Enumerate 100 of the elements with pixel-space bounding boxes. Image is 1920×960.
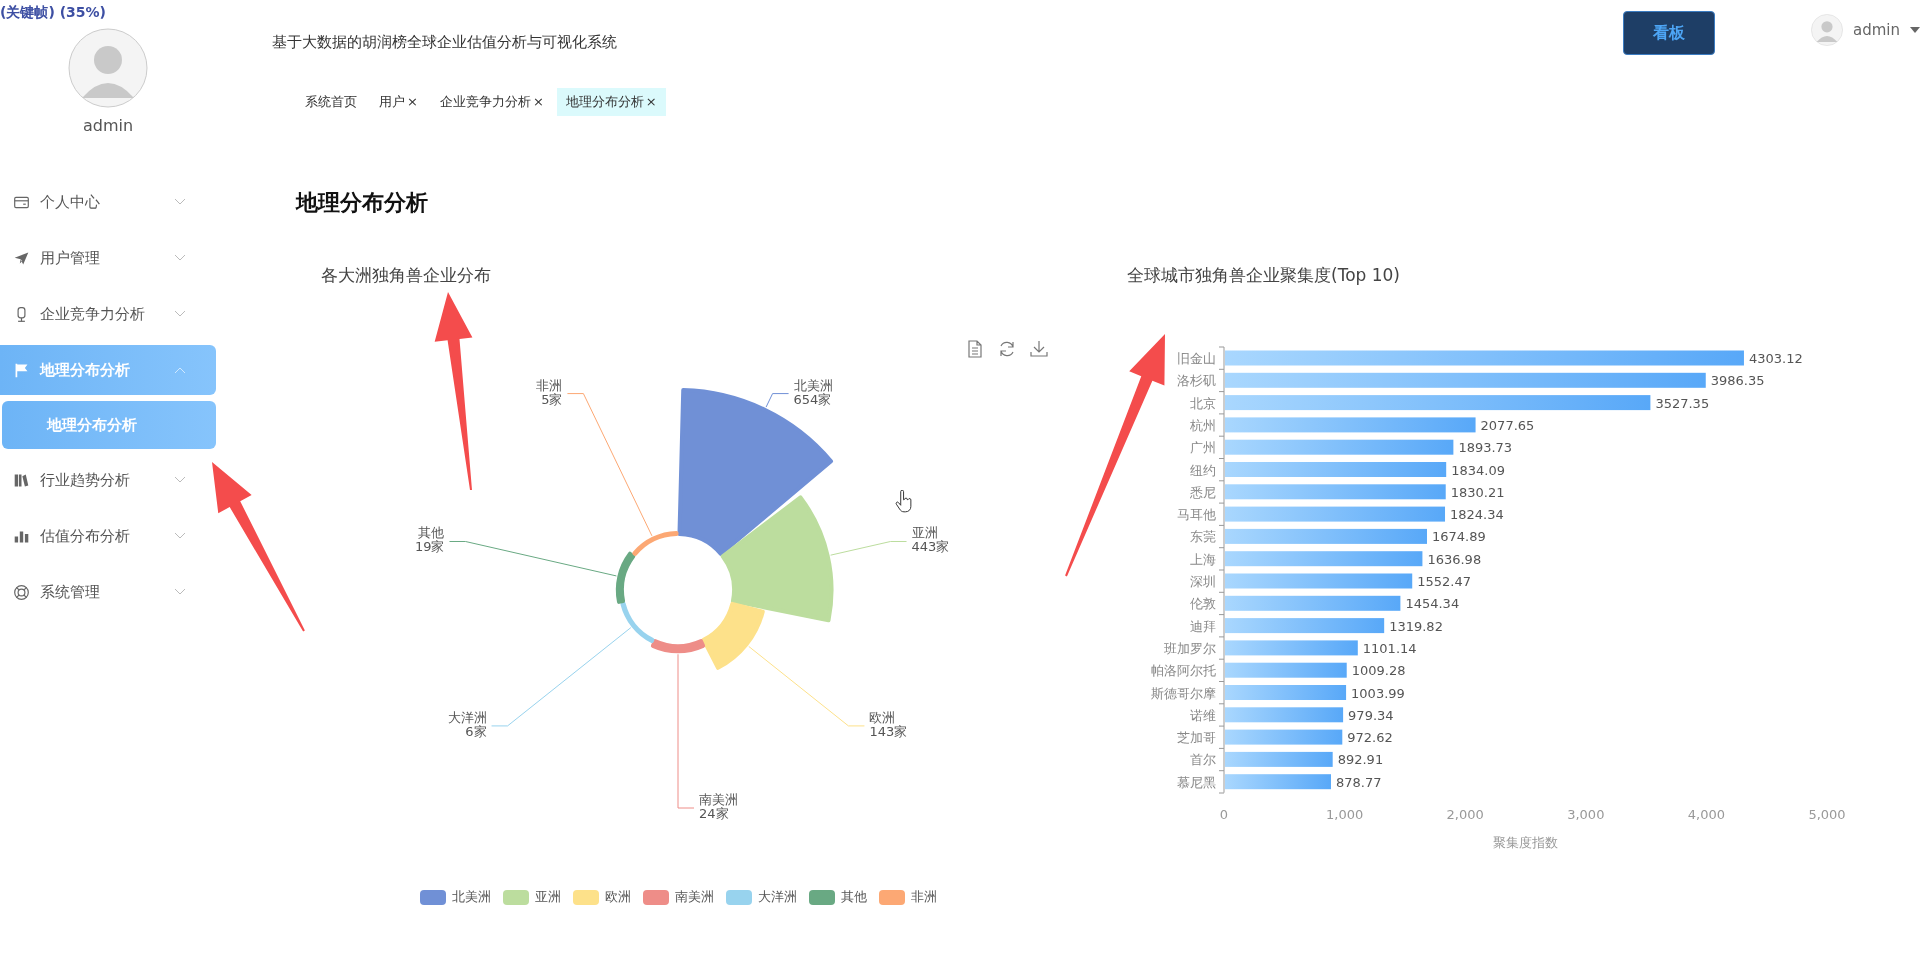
value-label: 892.91 xyxy=(1337,752,1384,768)
dashboard-button[interactable]: 看板 xyxy=(1623,11,1715,55)
menu-item[interactable]: 用户管理 xyxy=(0,233,216,283)
chevron-icon xyxy=(174,588,186,596)
leader-line xyxy=(765,393,790,408)
avatar-icon[interactable] xyxy=(1811,14,1843,46)
axis-label: 诺维 xyxy=(1190,707,1216,723)
slice-label: 非洲 5家 xyxy=(536,377,563,407)
tick-label: 3,000 xyxy=(1567,807,1605,822)
refresh-icon[interactable] xyxy=(997,339,1017,359)
value-label: 1636.98 xyxy=(1427,551,1482,567)
menu-item[interactable]: 企业竞争力分析 xyxy=(0,289,216,339)
axis-label: 洛杉矶 xyxy=(1177,373,1216,389)
download-icon[interactable] xyxy=(1029,339,1049,359)
legend-swatch[interactable] xyxy=(503,889,529,905)
value-label: 1009.28 xyxy=(1351,663,1406,679)
value-label: 1454.34 xyxy=(1405,596,1460,612)
rose-slice[interactable] xyxy=(615,551,636,604)
axis-label: 首尔 xyxy=(1190,752,1216,768)
rose-slice[interactable] xyxy=(620,601,655,643)
slice-label: 其他 19家 xyxy=(414,525,445,555)
bar[interactable] xyxy=(1225,395,1651,411)
legend-label[interactable]: 欧洲 xyxy=(605,888,631,906)
axis-label: 旧金山 xyxy=(1177,351,1216,366)
bar[interactable] xyxy=(1225,707,1344,723)
legend-swatch[interactable] xyxy=(643,889,669,905)
slice-label: 亚洲 443家 xyxy=(911,525,950,555)
legend-swatch[interactable] xyxy=(420,889,446,905)
rose-slice[interactable] xyxy=(720,495,834,623)
axis-label: 帕洛阿尔托 xyxy=(1151,663,1216,679)
chevron-icon xyxy=(174,366,186,374)
legend-swatch[interactable] xyxy=(809,889,835,905)
value-label: 1319.82 xyxy=(1389,618,1443,634)
legend-swatch[interactable] xyxy=(879,889,905,905)
axis-label: 迪拜 xyxy=(1190,618,1216,634)
bar[interactable] xyxy=(1225,618,1385,634)
bar[interactable] xyxy=(1225,640,1358,656)
bar[interactable] xyxy=(1225,595,1401,611)
legend-label[interactable]: 北美洲 xyxy=(452,888,491,906)
slice-label: 北美洲 654家 xyxy=(793,377,833,407)
bar[interactable] xyxy=(1225,573,1413,589)
legend-label[interactable]: 南美洲 xyxy=(675,888,714,906)
page-tab[interactable]: 用户× xyxy=(370,88,427,116)
page-tab[interactable]: 系统首页 xyxy=(296,88,366,116)
axis-label: 斯德哥尔摩 xyxy=(1151,685,1216,701)
bar[interactable] xyxy=(1225,685,1347,700)
legend-label[interactable]: 大洋洲 xyxy=(758,888,797,906)
lifebuoy-icon xyxy=(13,583,30,601)
bar[interactable] xyxy=(1225,417,1476,433)
legend-label[interactable]: 亚洲 xyxy=(535,888,561,906)
bar[interactable] xyxy=(1225,484,1446,500)
value-label: 1101.14 xyxy=(1362,640,1417,656)
bar[interactable] xyxy=(1225,774,1331,790)
value-label: 3527.35 xyxy=(1655,395,1710,411)
bar[interactable] xyxy=(1225,751,1333,767)
chart-title: 全球城市独角兽企业聚集度(Top 10) xyxy=(1127,264,1401,287)
legend-swatch[interactable] xyxy=(726,889,752,905)
bar[interactable] xyxy=(1225,462,1447,477)
bar[interactable] xyxy=(1225,439,1454,455)
slice-label: 南美洲 24家 xyxy=(699,792,738,821)
axis-label: 北京 xyxy=(1190,395,1216,411)
menu-item[interactable]: 行业趋势分析 xyxy=(0,455,216,505)
chevron-icon xyxy=(174,532,186,540)
user-name: admin xyxy=(82,116,134,135)
rose-slice[interactable] xyxy=(632,530,679,556)
chevron-icon xyxy=(174,198,186,206)
tick-label: 5,000 xyxy=(1808,807,1846,822)
bar[interactable] xyxy=(1225,729,1343,745)
recorder-overlay-text: (关键帧) (35%) xyxy=(0,4,106,22)
menu-item[interactable]: 系统管理 xyxy=(0,567,216,617)
legend-label[interactable]: 非洲 xyxy=(911,888,937,906)
axis-label: 东莞 xyxy=(1190,529,1216,545)
menu-item[interactable]: 估值分布分析 xyxy=(0,511,216,561)
value-label: 1893.73 xyxy=(1458,440,1513,456)
value-label: 4303.12 xyxy=(1748,351,1803,366)
axis-title: 聚集度指数 xyxy=(1493,835,1558,850)
chart-title: 各大洲独角兽企业分布 xyxy=(321,264,492,287)
axis-label: 慕尼黑 xyxy=(1177,774,1216,790)
axis-label: 芝加哥 xyxy=(1177,730,1216,746)
document-icon[interactable] xyxy=(965,339,985,359)
user-name[interactable]: admin xyxy=(1853,21,1900,39)
legend-swatch[interactable] xyxy=(573,889,599,905)
bar[interactable] xyxy=(1225,506,1445,522)
slice-label: 大洋洲 6家 xyxy=(447,709,487,739)
page-tab[interactable]: 地理分布分析× xyxy=(556,88,666,116)
bar[interactable] xyxy=(1225,528,1427,544)
axis-label: 悉尼 xyxy=(1190,484,1216,500)
caret-icon[interactable] xyxy=(1910,27,1920,33)
bar[interactable] xyxy=(1225,662,1347,678)
bar[interactable] xyxy=(1225,551,1423,567)
rose-slice[interactable] xyxy=(650,639,706,654)
legend-label[interactable]: 其他 xyxy=(841,888,867,906)
bar[interactable] xyxy=(1225,372,1706,388)
value-label: 979.34 xyxy=(1348,707,1394,723)
page-tab[interactable]: 企业竞争力分析× xyxy=(430,88,553,116)
bar[interactable] xyxy=(1225,350,1744,366)
chevron-icon xyxy=(174,310,186,318)
slice-label: 欧洲 143家 xyxy=(869,709,908,739)
page-title: 地理分布分析 xyxy=(296,189,429,217)
menu-item[interactable]: 个人中心 xyxy=(0,177,216,227)
